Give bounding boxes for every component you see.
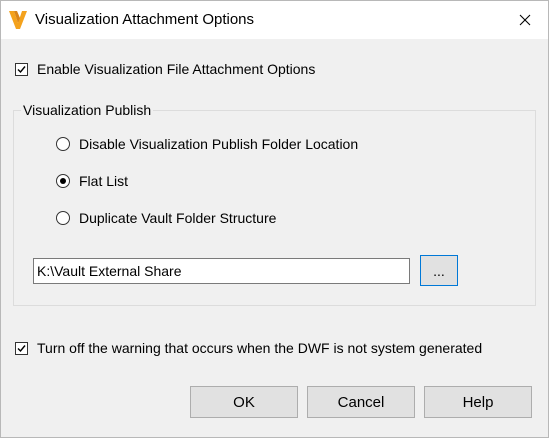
warning-off-label[interactable]: Turn off the warning that occurs when th… [37, 339, 482, 357]
warning-off-checkbox[interactable] [15, 342, 28, 355]
close-button[interactable] [502, 1, 548, 39]
radio-label-duplicate-vault-structure[interactable]: Duplicate Vault Folder Structure [79, 209, 276, 227]
radio-flat-list[interactable] [56, 174, 70, 188]
radio-duplicate-vault-structure[interactable] [56, 211, 70, 225]
enable-attachment-label[interactable]: Enable Visualization File Attachment Opt… [37, 60, 315, 78]
browse-button[interactable]: ... [420, 255, 458, 286]
ok-button[interactable]: OK [190, 386, 298, 418]
checkmark-icon [17, 345, 26, 353]
title-bar[interactable]: Visualization Attachment Options [1, 1, 548, 39]
cancel-button[interactable]: Cancel [307, 386, 415, 418]
close-icon [519, 14, 531, 26]
folder-path-input[interactable] [33, 258, 410, 284]
dialog-window: Visualization Attachment Options Enable … [0, 0, 549, 438]
visualization-publish-legend: Visualization Publish [21, 101, 154, 119]
radio-label-flat-list[interactable]: Flat List [79, 172, 128, 190]
checkmark-icon [17, 66, 26, 74]
radio-disable-publish-folder[interactable] [56, 137, 70, 151]
radio-selected-dot [60, 178, 66, 184]
vault-v-icon [9, 10, 27, 30]
enable-attachment-checkbox[interactable] [15, 63, 28, 76]
help-button[interactable]: Help [424, 386, 532, 418]
radio-label-disable-publish-folder[interactable]: Disable Visualization Publish Folder Loc… [79, 135, 358, 153]
window-title: Visualization Attachment Options [35, 11, 255, 28]
